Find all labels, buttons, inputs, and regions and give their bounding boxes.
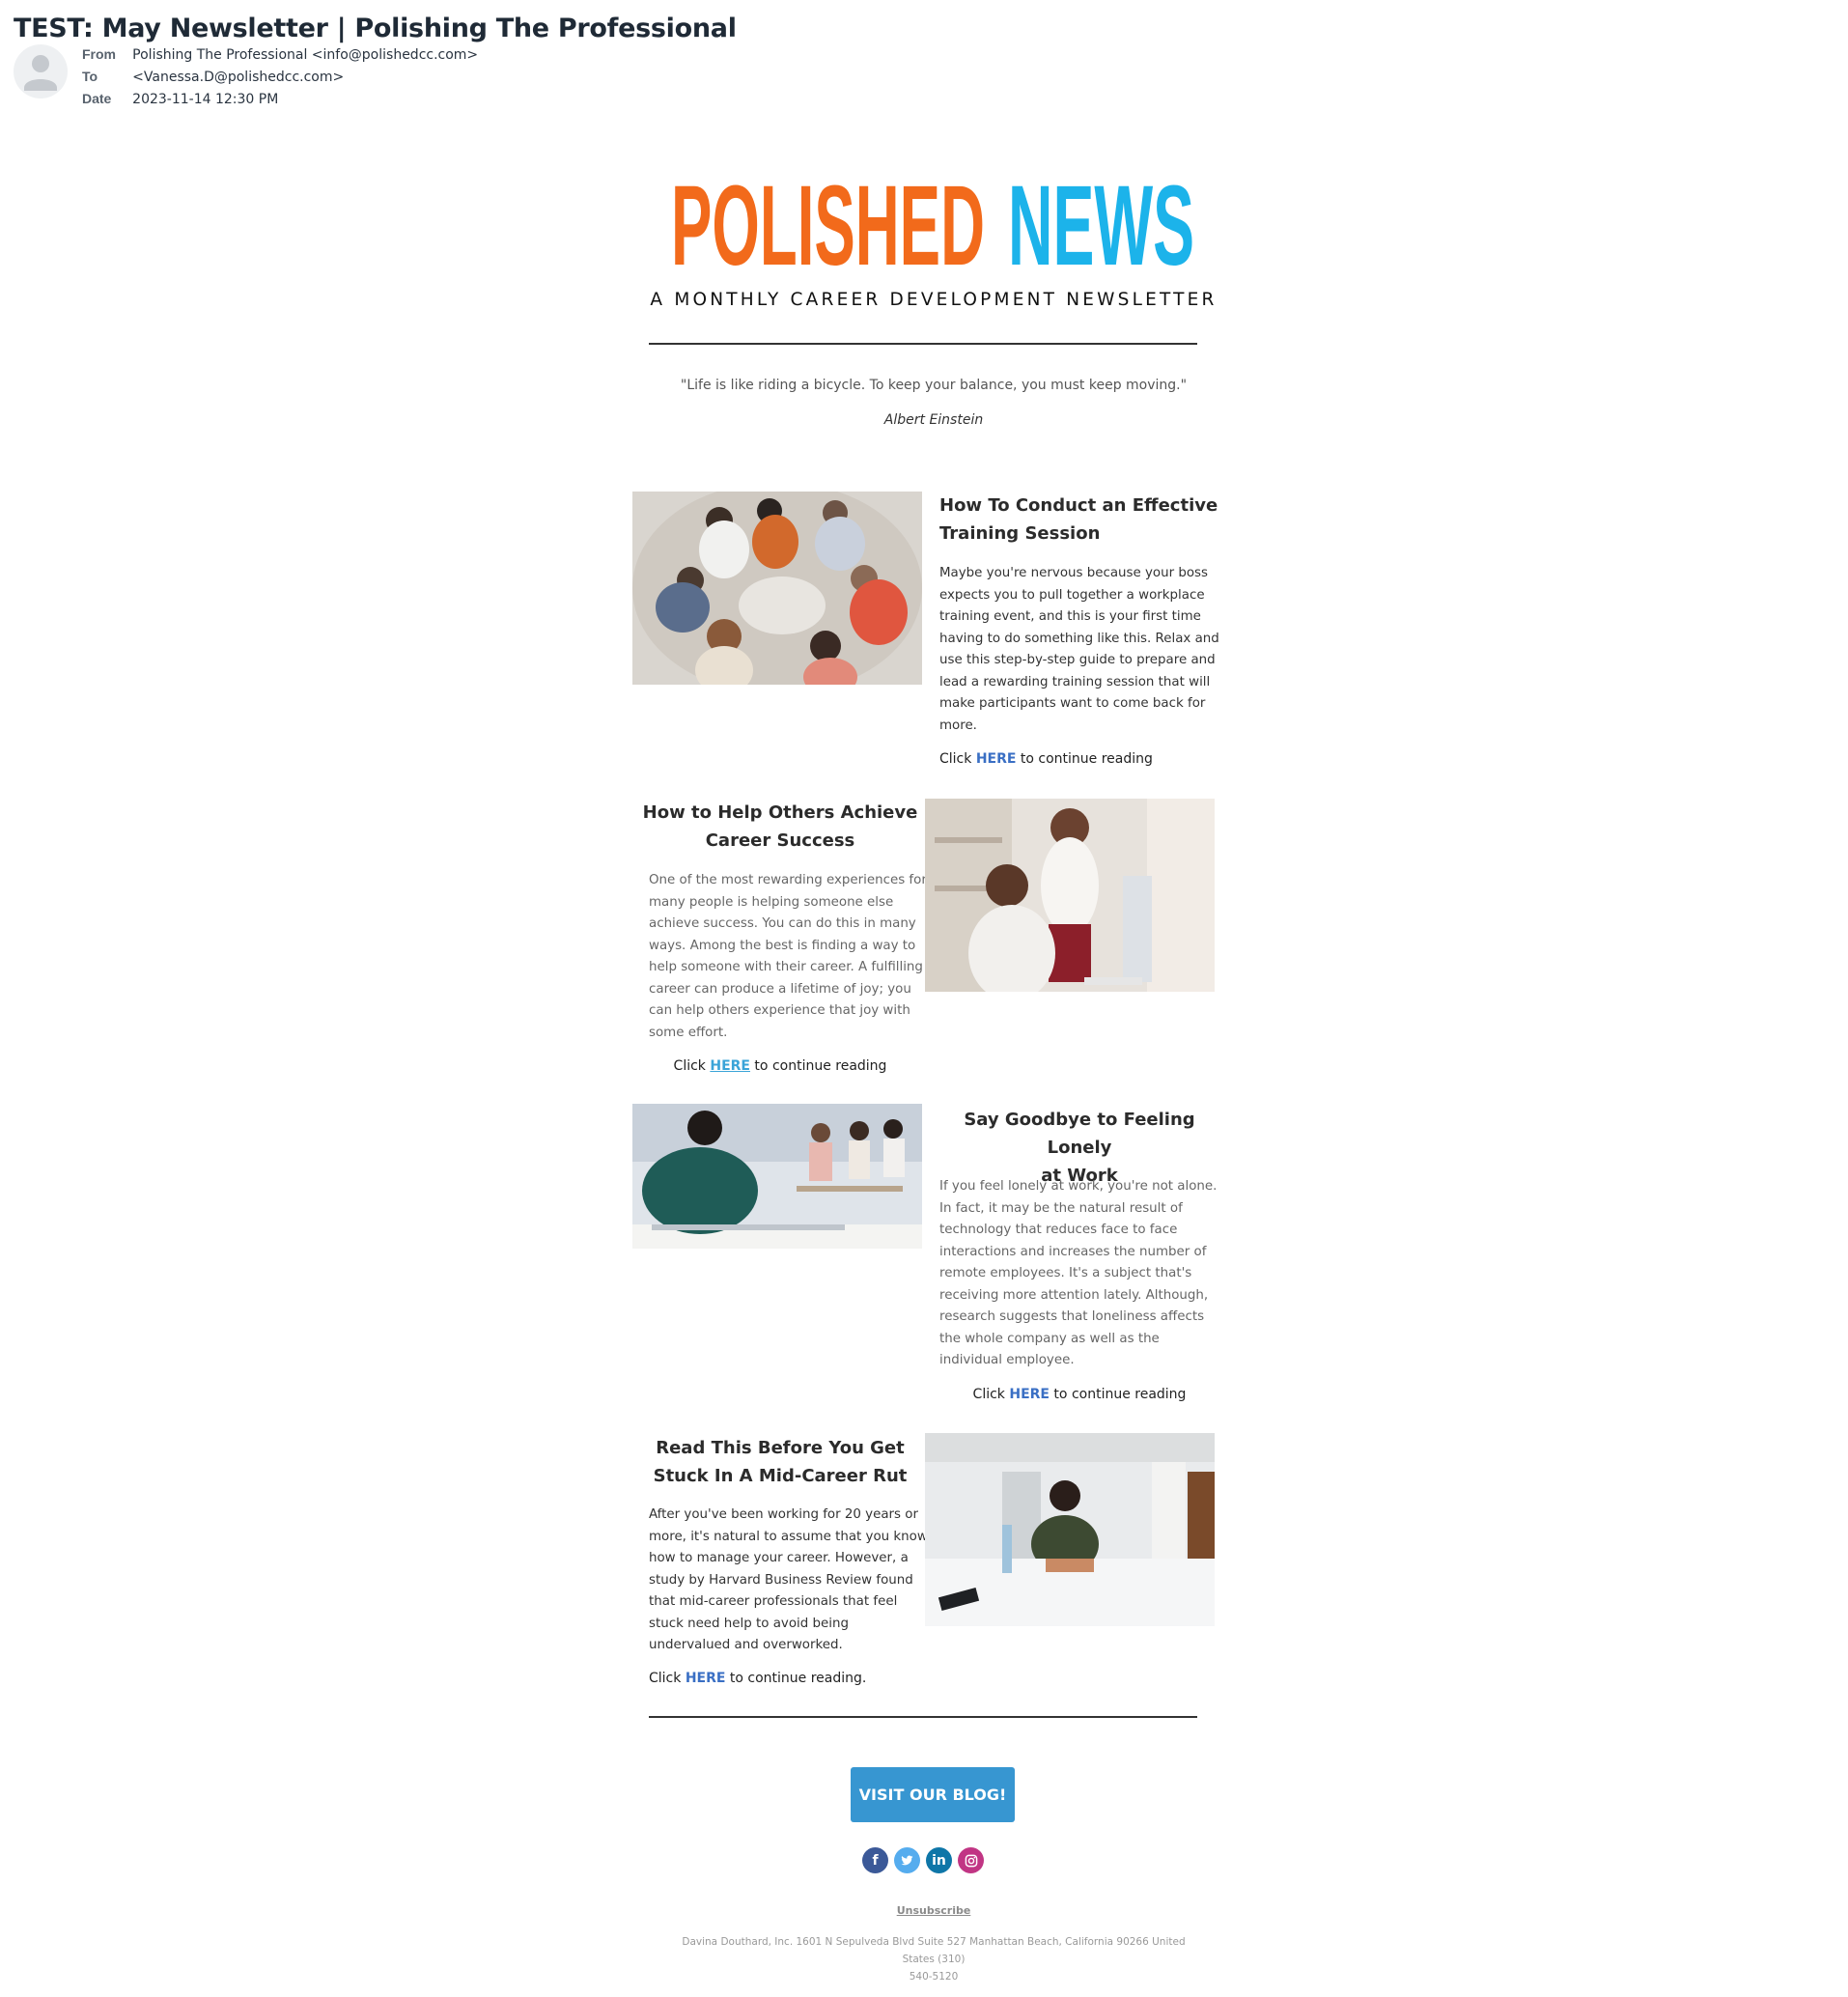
divider-top xyxy=(649,343,1197,345)
sender-avatar xyxy=(14,44,68,98)
article-4-title[interactable]: Read This Before You Get Stuck In A Mid-C… xyxy=(640,1434,920,1490)
linkedin-icon[interactable]: in xyxy=(926,1847,952,1873)
unsubscribe-link[interactable]: Unsubscribe xyxy=(640,1904,1227,1917)
article-3-image[interactable] xyxy=(632,1104,922,1249)
quote-text: "Life is like riding a bicycle. To keep … xyxy=(680,378,1188,393)
article-1-cta: Click HERE to continue reading xyxy=(939,751,1153,767)
visit-blog-button[interactable]: VISIT OUR BLOG! xyxy=(851,1767,1015,1822)
logo-word-polished: POLISHED xyxy=(671,167,985,273)
company-address: Davina Douthard, Inc. 1601 N Sepulveda B… xyxy=(682,1936,1186,1983)
article-3-read-link[interactable]: HERE xyxy=(1009,1387,1050,1402)
article-3-body: If you feel lonely at work, you're not a… xyxy=(939,1179,1218,1367)
to-value[interactable]: <Vanessa.D@polishedcc.com> xyxy=(132,70,344,85)
article-1-body: Maybe you're nervous because your boss ex… xyxy=(939,566,1219,733)
email-subject: TEST: May Newsletter | Polishing The Pro… xyxy=(14,14,737,43)
article-2-read-link[interactable]: HERE xyxy=(710,1058,750,1074)
article-4-read-link[interactable]: HERE xyxy=(686,1671,726,1686)
article-1-title[interactable]: How To Conduct an Effective Training Sess… xyxy=(939,492,1229,548)
article-1-read-link[interactable]: HERE xyxy=(976,751,1017,767)
logo-word-news: NEWS xyxy=(1008,167,1194,273)
email-from-row: From Polishing The Professional <info@po… xyxy=(82,46,478,63)
email-date-row: Date 2023-11-14 12:30 PM xyxy=(82,91,278,107)
newsletter-tagline: A MONTHLY CAREER DEVELOPMENT NEWSLETTER xyxy=(650,290,1218,310)
email-to-row: To <Vanessa.D@polishedcc.com> xyxy=(82,69,344,85)
article-2-cta: Click HERE to continue reading xyxy=(673,1058,887,1074)
polished-news-logo: POLISHED NEWS xyxy=(671,167,1194,273)
from-value[interactable]: Polishing The Professional <info@polishe… xyxy=(132,47,478,63)
twitter-icon[interactable] xyxy=(894,1847,920,1873)
article-3-cta: Click HERE to continue reading xyxy=(972,1387,1187,1402)
facebook-glyph: f xyxy=(872,1852,879,1869)
article-4-cta: Click HERE to continue reading. xyxy=(649,1671,867,1686)
date-label: Date xyxy=(82,91,112,106)
article-2-image[interactable] xyxy=(925,799,1215,992)
user-silhouette-icon xyxy=(24,55,57,91)
quote-author: Albert Einstein xyxy=(883,412,984,428)
article-2-body: One of the most rewarding experiences fo… xyxy=(649,873,927,1040)
to-label: To xyxy=(82,69,98,84)
date-value: 2023-11-14 12:30 PM xyxy=(132,92,279,107)
instagram-camera-icon xyxy=(965,1854,977,1867)
article-4-image[interactable] xyxy=(925,1433,1215,1626)
facebook-icon[interactable]: f xyxy=(862,1847,888,1873)
from-label: From xyxy=(82,46,116,62)
linkedin-glyph: in xyxy=(932,1852,946,1869)
article-2-title[interactable]: How to Help Others Achieve Career Success xyxy=(640,799,920,855)
instagram-icon[interactable] xyxy=(958,1847,984,1873)
article-1-image[interactable] xyxy=(632,492,922,685)
article-4-body: After you've been working for 20 years o… xyxy=(649,1507,928,1652)
twitter-bird-icon xyxy=(901,1855,913,1866)
divider-bottom xyxy=(649,1716,1197,1718)
